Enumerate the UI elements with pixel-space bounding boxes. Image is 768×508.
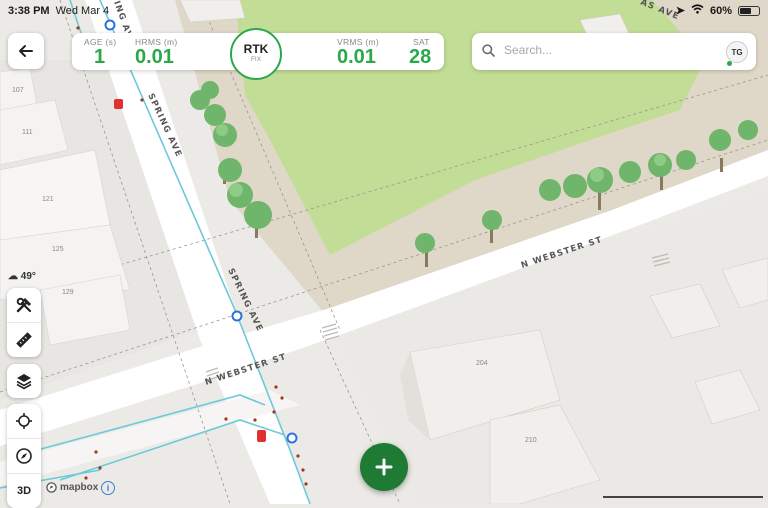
add-point-button[interactable]: [360, 443, 408, 491]
layers-button[interactable]: [7, 364, 41, 398]
tool-group-layers: [7, 364, 41, 398]
search-bar[interactable]: TG: [472, 33, 756, 70]
mapbox-attribution: mapbox: [46, 482, 98, 493]
hrms-metric: HRMS (m) 0.01: [135, 37, 178, 67]
compass-icon: [16, 448, 32, 464]
arrow-left-icon: [19, 45, 33, 57]
battery-icon: [738, 5, 760, 16]
back-button[interactable]: [8, 33, 44, 69]
hammer-wrench-icon: [16, 297, 32, 313]
sat-metric: SAT 28: [409, 37, 431, 67]
status-date: Wed Mar 4: [55, 5, 110, 17]
status-bar: 3:38 PM Wed Mar 4 ➤ 60%: [0, 0, 768, 22]
user-avatar[interactable]: TG: [726, 41, 748, 63]
building-number: 111: [22, 129, 33, 136]
vrms-metric: VRMS (m) 0.01: [337, 37, 379, 67]
fix-type: RTK: [243, 42, 269, 56]
online-status-dot: [727, 61, 732, 66]
hrms-value: 0.01: [135, 46, 174, 68]
age-metric: AGE (s) 1: [84, 37, 116, 67]
status-time: 3:38 PM: [8, 5, 50, 17]
tool-group-edit: [7, 288, 41, 357]
building-number: 204: [476, 360, 488, 367]
battery-percent: 60%: [709, 4, 732, 17]
temperature-value: 49°: [20, 271, 36, 282]
search-icon: [482, 44, 495, 57]
layers-icon: [16, 374, 32, 390]
scale-bar: [603, 496, 763, 498]
compass-button[interactable]: [7, 438, 41, 473]
measure-button[interactable]: [7, 322, 41, 357]
building-number: 121: [42, 196, 54, 203]
sat-value: 28: [409, 46, 432, 68]
ruler-icon: [16, 332, 32, 348]
gnss-status-bar[interactable]: AGE (s) 1 HRMS (m) 0.01 RTK FIX VRMS (m)…: [72, 28, 444, 80]
mapbox-wordmark: mapbox: [60, 482, 99, 493]
tools-button[interactable]: [7, 288, 41, 322]
cloud-icon: ☁: [8, 271, 18, 282]
fix-status: FIX: [250, 56, 262, 63]
tool-group-navigation: 3D: [7, 404, 41, 508]
wifi-icon: [691, 4, 704, 17]
plus-icon: [375, 458, 393, 476]
search-input[interactable]: [502, 42, 706, 58]
building-number: 125: [52, 246, 64, 253]
weather-indicator: ☁ 49°: [8, 271, 36, 282]
map-canvas[interactable]: SPRING AVE SPRING AVE N WEBSTER ST N WEB…: [0, 0, 768, 504]
age-value: 1: [94, 46, 106, 68]
view-3d-button[interactable]: 3D: [7, 473, 41, 508]
mapbox-logo-icon: [46, 482, 57, 493]
crosshair-icon: [16, 413, 32, 429]
vrms-value: 0.01: [337, 46, 376, 68]
attribution-info-button[interactable]: i: [101, 481, 115, 495]
rtk-fix-badge[interactable]: RTK FIX: [230, 28, 282, 80]
locate-button[interactable]: [7, 404, 41, 438]
location-arrow-icon: ➤: [675, 5, 685, 17]
building-number: 210: [525, 437, 537, 444]
building-number: 107: [12, 87, 24, 94]
building-number: 129: [62, 289, 74, 296]
